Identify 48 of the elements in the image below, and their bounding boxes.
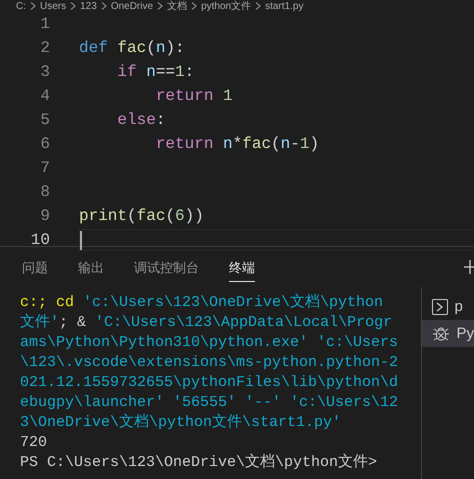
- breadcrumb-item[interactable]: OneDrive: [110, 0, 154, 12]
- terminal-line: 021.12.1559732655\pythonFiles\lib\python\d: [20, 373, 398, 393]
- chevron-icon: [70, 2, 76, 10]
- terminal-line: ams\Python\Python310\python.exe' 'c:\Users: [20, 333, 398, 353]
- line-number: 10: [30, 231, 50, 249]
- line-number: 2: [39, 39, 50, 57]
- bug-icon: [432, 324, 450, 342]
- chevron-icon: [30, 2, 36, 10]
- breadcrumb-item[interactable]: start1.py: [265, 0, 304, 12]
- code-line: else:: [116, 111, 166, 129]
- terminal-line: c:; cd 'c:\Users\123\OneDrive\文档\python: [20, 293, 384, 313]
- chevron-icon: [191, 2, 198, 10]
- terminal-line: 文件'; & 'C:\Users\123\AppData\Local\Progr: [20, 313, 392, 333]
- terminal-line: 3\OneDrive\文档\python文件\start1.py': [20, 413, 342, 433]
- line-number: 8: [39, 183, 50, 201]
- terminal-list-item[interactable]: Py: [422, 320, 474, 347]
- panel-tab[interactable]: 终端: [229, 252, 255, 282]
- line-number: 7: [39, 159, 50, 177]
- breadcrumb-item[interactable]: Users: [40, 0, 66, 12]
- terminal-line: \123\.vscode\extensions\ms-python.python-2: [20, 353, 398, 373]
- panel-tab[interactable]: 问题: [22, 252, 48, 282]
- chevron-icon: [157, 2, 164, 10]
- code-line: if n==1:: [116, 63, 194, 81]
- line-number: 4: [39, 87, 50, 105]
- panel-tab[interactable]: 调试控制台: [134, 252, 199, 282]
- line-number: 9: [39, 207, 50, 225]
- code-line: def fac(n):: [79, 39, 185, 57]
- breadcrumb-item[interactable]: python文件: [201, 0, 252, 12]
- code-line: print(fac(6)): [79, 207, 204, 225]
- line-number: 5: [39, 111, 50, 129]
- chevron-icon: [100, 2, 107, 10]
- terminal-list-item[interactable]: p: [422, 293, 474, 320]
- terminal-line: PS C:\Users\123\OneDrive\文档\python文件>: [20, 453, 378, 473]
- code-line: return n*fac(n-1): [154, 135, 320, 153]
- terminal-icon: [432, 298, 448, 314]
- plus-icon[interactable]: [464, 260, 474, 274]
- terminal-line: 720: [20, 433, 48, 453]
- terminal-line: ebugpy\launcher' '56555' '--' 'c:\Users\12: [20, 393, 398, 413]
- breadcrumb-item[interactable]: C:: [16, 0, 26, 12]
- line-number: 1: [39, 15, 50, 33]
- chevron-icon: [255, 2, 262, 10]
- line-number: 6: [39, 135, 50, 153]
- breadcrumb-item[interactable]: 123: [80, 0, 97, 12]
- text-cursor: [80, 230, 82, 250]
- code-line: return 1: [154, 87, 233, 105]
- line-number: 3: [39, 63, 50, 81]
- breadcrumb-item[interactable]: 文档: [167, 0, 188, 12]
- panel-tab[interactable]: 输出: [78, 252, 104, 282]
